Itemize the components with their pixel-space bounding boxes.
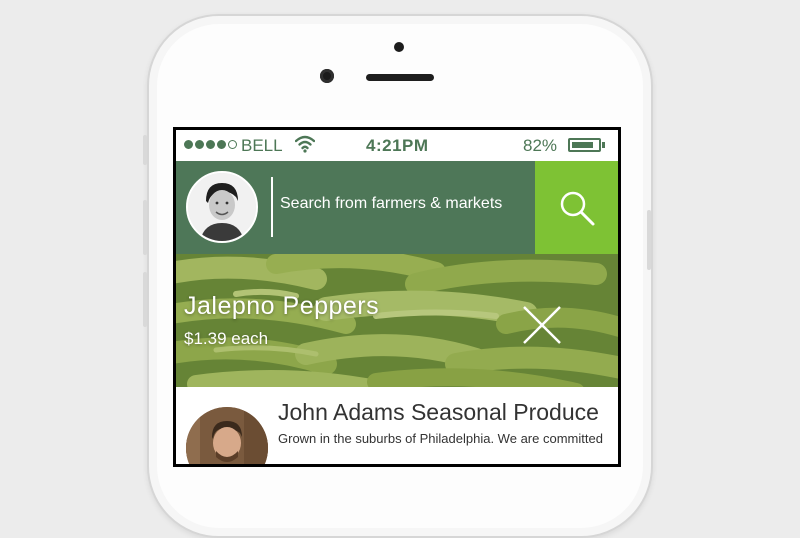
signal-dot — [206, 140, 215, 149]
signal-dot — [195, 140, 204, 149]
battery-icon — [568, 138, 601, 152]
user-avatar[interactable] — [186, 171, 258, 243]
proximity-sensor — [394, 42, 404, 52]
search-input[interactable] — [280, 195, 530, 213]
earpiece-speaker — [366, 74, 434, 81]
product-name: Jalepno Peppers — [184, 292, 380, 320]
status-time: 4:21PM — [366, 136, 429, 155]
side-button-right — [647, 210, 651, 270]
vendor-name: John Adams Seasonal Produce — [278, 399, 599, 425]
vendor-avatar[interactable] — [186, 407, 268, 464]
signal-dot — [217, 140, 226, 149]
carrier-name: BELL — [241, 136, 283, 155]
product-banner[interactable]: Jalepno Peppers $1.39 each — [176, 254, 618, 387]
battery-percentage: 82% — [523, 136, 558, 155]
signal-strength — [184, 140, 237, 149]
battery-level — [572, 142, 593, 148]
signal-dot — [184, 140, 193, 149]
front-camera — [320, 69, 334, 83]
status-bar: BELL 4:21PM 82% — [176, 130, 618, 161]
side-button-left-3 — [143, 272, 147, 327]
vendor-card[interactable]: John Adams Seasonal Produce Grown in the… — [176, 387, 618, 464]
app-view: BELL 4:21PM 82% Search from farmers & ma… — [176, 130, 618, 464]
battery-tip — [602, 142, 605, 148]
side-button-left-1 — [143, 135, 147, 165]
close-icon — [523, 306, 561, 344]
wifi-icon — [294, 135, 316, 158]
close-button[interactable] — [521, 304, 563, 346]
search-header — [176, 161, 618, 254]
product-price: $1.39 each — [184, 329, 269, 348]
side-button-left-2 — [143, 200, 147, 255]
phone-screen: BELL 4:21PM 82% Search from farmers & ma… — [173, 127, 621, 467]
search-divider — [271, 177, 273, 237]
signal-dot — [228, 140, 237, 149]
vendor-description: Grown in the suburbs of Philadelphia. We… — [278, 431, 603, 446]
search-button[interactable] — [535, 161, 618, 254]
search-icon — [560, 191, 594, 225]
